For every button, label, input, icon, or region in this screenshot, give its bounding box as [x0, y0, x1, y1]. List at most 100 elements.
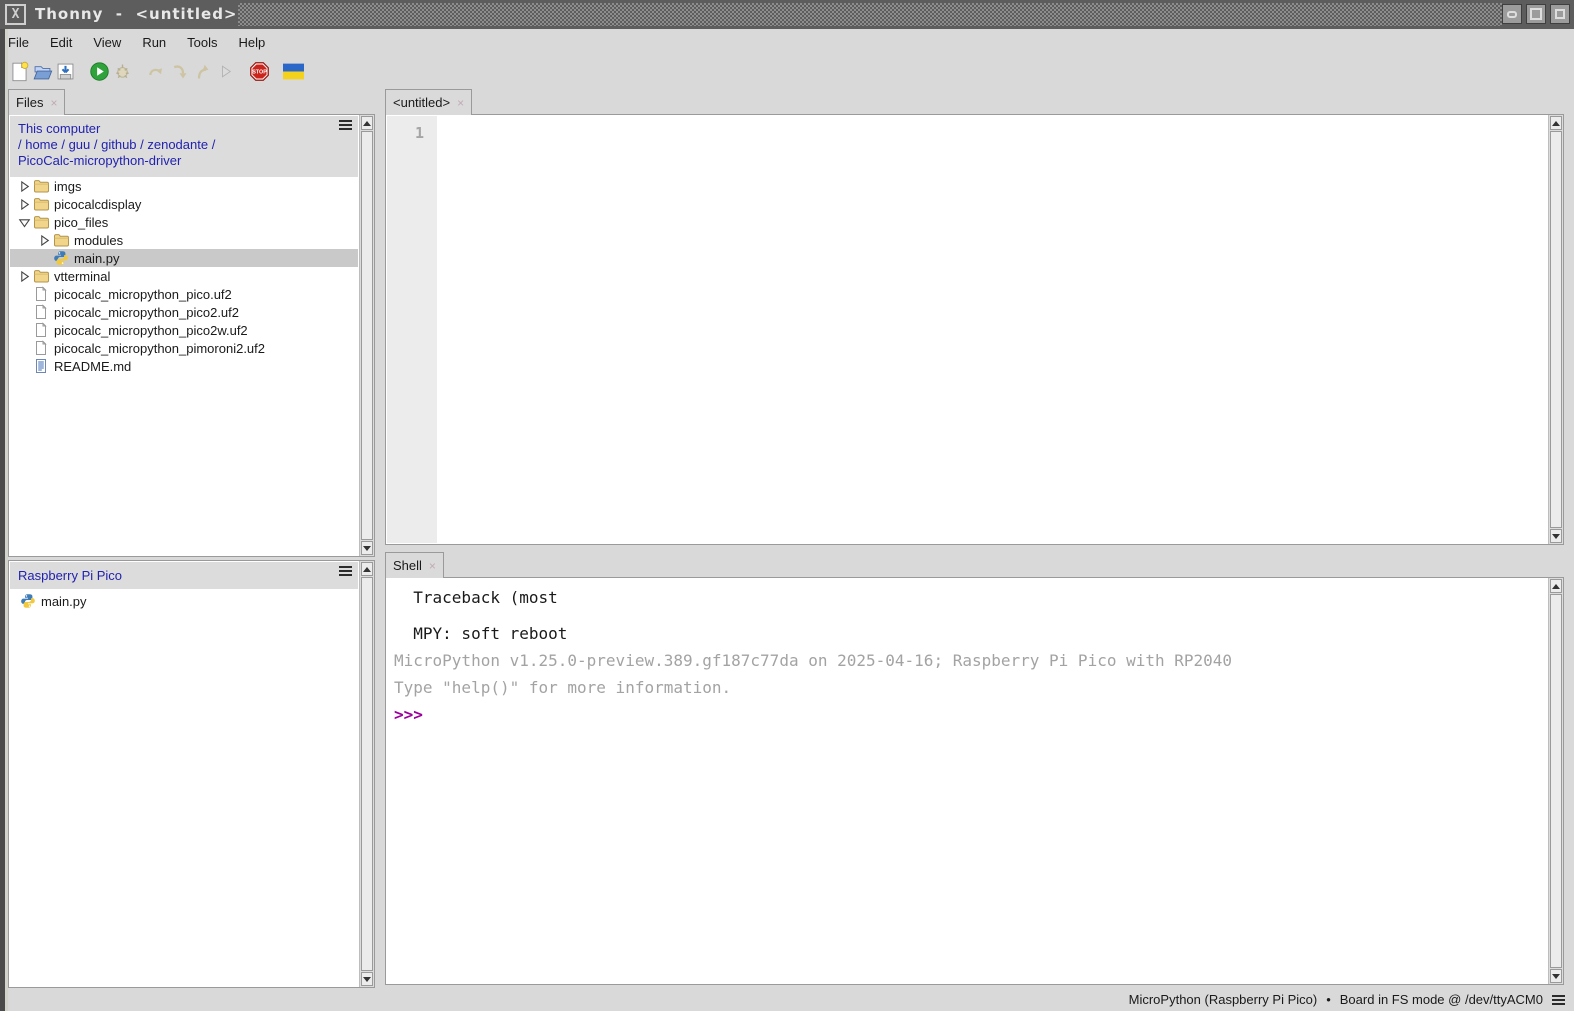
interpreter-label[interactable]: MicroPython (Raspberry Pi Pico)	[1129, 992, 1318, 1007]
scroll-down-button[interactable]	[361, 541, 373, 555]
step-over-button	[145, 60, 168, 84]
tab-files[interactable]: Files	[8, 89, 65, 115]
tree-item-label: modules	[74, 233, 123, 248]
maximize-button-glyph	[1530, 8, 1542, 20]
open-file-icon	[32, 61, 53, 82]
tab-editor-untitled[interactable]: <untitled>	[385, 89, 472, 115]
tree-item-label: picocalc_micropython_pimoroni2.uf2	[54, 341, 265, 356]
menu-help[interactable]: Help	[239, 31, 276, 54]
breadcrumb-path[interactable]: / home / guu / github / zenodante /	[18, 137, 350, 153]
run-button[interactable]	[88, 60, 111, 84]
expander-collapsed-icon[interactable]	[18, 198, 31, 211]
tree-item-pico_files[interactable]: pico_files	[10, 213, 358, 231]
scroll-up-button[interactable]	[1550, 579, 1562, 593]
open-file-button[interactable]	[31, 60, 54, 84]
expander-spacer	[18, 342, 31, 355]
scroll-down-button[interactable]	[361, 972, 373, 986]
folder-icon	[53, 232, 69, 248]
titlebar-stipple[interactable]	[238, 3, 1502, 26]
tab-shell[interactable]: Shell	[385, 552, 444, 578]
port-info-label[interactable]: Board in FS mode @ /dev/ttyACM0	[1340, 992, 1543, 1007]
scrollbar-thumb[interactable]	[1550, 131, 1562, 528]
menu-tools[interactable]: Tools	[187, 31, 227, 54]
save-file-button[interactable]	[54, 60, 77, 84]
menu-file[interactable]: File	[8, 31, 39, 54]
tree-item-README.md[interactable]: README.md	[10, 357, 358, 375]
tab-files-close-icon[interactable]	[50, 97, 57, 109]
scroll-down-button[interactable]	[1550, 969, 1562, 983]
file-tree: imgspicocalcdisplaypico_filesmodules main…	[10, 177, 358, 555]
breadcrumb-current-dir[interactable]: PicoCalc-micropython-driver	[18, 153, 350, 169]
scroll-down-button[interactable]	[1550, 529, 1562, 543]
folder-icon	[33, 178, 49, 194]
menu-run[interactable]: Run	[142, 31, 176, 54]
tree-item-label: picocalc_micropython_pico2w.uf2	[54, 323, 248, 338]
tree-item-vtterminal[interactable]: vtterminal	[10, 267, 358, 285]
expander-collapsed-icon[interactable]	[18, 270, 31, 283]
expander-collapsed-icon[interactable]	[18, 180, 31, 193]
minimize-button[interactable]	[1502, 4, 1522, 24]
files-scrollbar[interactable]	[359, 115, 374, 556]
tree-item-main.py[interactable]: main.py	[10, 249, 358, 267]
expander-collapsed-icon[interactable]	[38, 234, 51, 247]
folder-icon	[33, 196, 49, 212]
scroll-up-button[interactable]	[1550, 116, 1562, 130]
backend-menu-icon[interactable]	[1552, 999, 1565, 1001]
breadcrumb[interactable]: This computer / home / guu / github / ze…	[10, 116, 358, 177]
tree-item-picocalc_micropython_pico2w.uf2[interactable]: picocalc_micropython_pico2w.uf2	[10, 321, 358, 339]
pico-menu-icon[interactable]	[339, 570, 352, 572]
tab-shell-close-icon[interactable]	[429, 560, 436, 572]
shell-area[interactable]: Traceback (most MPY: soft rebootMicroPyt…	[387, 579, 1547, 983]
expander-spacer	[38, 252, 51, 265]
step-into-icon	[169, 61, 190, 82]
scrollbar-thumb[interactable]	[361, 577, 373, 971]
files-menu-icon[interactable]	[339, 124, 352, 126]
tree-item-picocalc_micropython_pimoroni2.uf2[interactable]: picocalc_micropython_pimoroni2.uf2	[10, 339, 358, 357]
tab-editor-close-icon[interactable]	[457, 97, 464, 109]
file-icon	[33, 286, 49, 302]
debug-icon	[112, 61, 133, 82]
pico-panel-title: Raspberry Pi Pico	[18, 568, 122, 583]
file-icon	[33, 322, 49, 338]
save-file-icon	[55, 61, 76, 82]
pico-item-main.py[interactable]: main.py	[10, 592, 358, 610]
toolbar: STOP	[8, 55, 305, 88]
new-file-button[interactable]	[8, 60, 31, 84]
scroll-up-button[interactable]	[361, 562, 373, 576]
tree-item-picocalcdisplay[interactable]: picocalcdisplay	[10, 195, 358, 213]
tree-item-picocalc_micropython_pico2.uf2[interactable]: picocalc_micropython_pico2.uf2	[10, 303, 358, 321]
scrollbar-thumb[interactable]	[1550, 594, 1562, 968]
pico-file-list: main.py	[10, 589, 358, 986]
restore-button[interactable]	[1550, 4, 1570, 24]
tree-item-picocalc_micropython_pico.uf2[interactable]: picocalc_micropython_pico.uf2	[10, 285, 358, 303]
breadcrumb-root[interactable]: This computer	[18, 121, 350, 137]
tree-item-modules[interactable]: modules	[10, 231, 358, 249]
file-icon	[33, 340, 49, 356]
shell-line: Type "help()" for more information.	[394, 674, 1547, 701]
run-icon	[89, 61, 110, 82]
resume-icon	[215, 61, 236, 82]
maximize-button[interactable]	[1526, 4, 1546, 24]
pico-panel: Raspberry Pi Pico main.py	[8, 560, 375, 988]
menu-view[interactable]: View	[93, 31, 131, 54]
scroll-up-button[interactable]	[361, 116, 373, 130]
ukraine-flag-icon	[283, 61, 304, 82]
editor-scrollbar[interactable]	[1548, 115, 1563, 544]
window-frame-edge-inner	[5, 29, 8, 1011]
menu-edit[interactable]: Edit	[50, 31, 82, 54]
window-menu-icon[interactable]: X	[5, 4, 26, 25]
pico-scrollbar[interactable]	[359, 561, 374, 987]
line-number: 1	[387, 116, 437, 142]
expander-expanded-icon[interactable]	[18, 216, 31, 229]
tree-item-label: main.py	[74, 251, 120, 266]
editor-area[interactable]: 1	[387, 116, 1547, 543]
readme-icon	[33, 358, 49, 374]
shell-scrollbar[interactable]	[1548, 578, 1563, 984]
expander-spacer	[18, 360, 31, 373]
stop-button[interactable]: STOP	[248, 60, 271, 84]
scrollbar-thumb[interactable]	[361, 131, 373, 540]
shell-panel: Traceback (most MPY: soft rebootMicroPyt…	[385, 577, 1564, 985]
window-controls	[1502, 4, 1570, 24]
support-ukraine-button[interactable]	[282, 60, 305, 84]
tree-item-imgs[interactable]: imgs	[10, 177, 358, 195]
